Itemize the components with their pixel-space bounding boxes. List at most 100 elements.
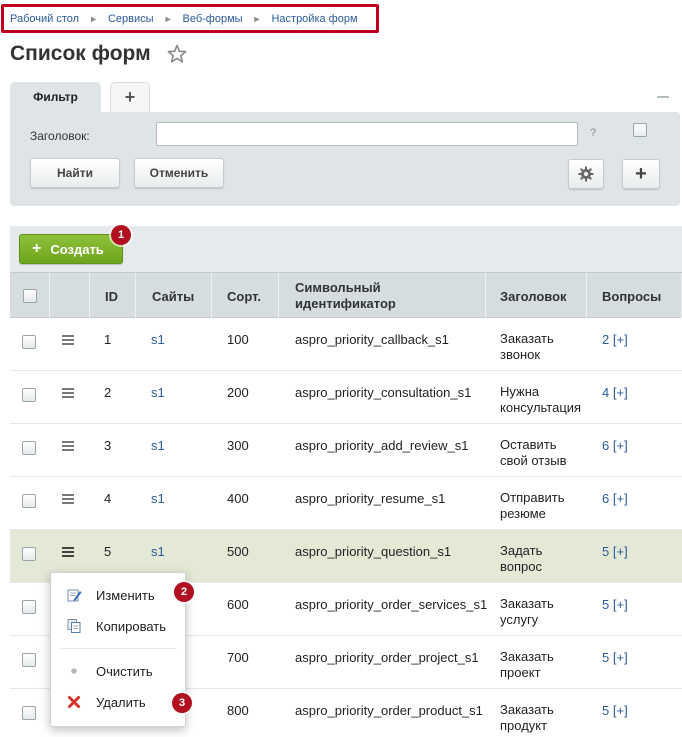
cell-title: Нужна консультация [500,384,581,416]
filter-settings-button[interactable] [568,159,604,189]
menu-item-clear[interactable]: Очистить [51,658,187,684]
cell-code: aspro_priority_resume_s1 [295,491,446,506]
filter-field-checkbox[interactable] [633,123,647,137]
cell-site-link[interactable]: s1 [151,544,165,559]
row-menu-icon[interactable] [62,388,74,398]
cell-site-link[interactable]: s1 [151,385,165,400]
create-button[interactable]: + Создать [19,234,123,264]
add-question-link[interactable]: [+] [613,544,628,559]
table-row[interactable]: 4 s1 400 aspro_priority_resume_s1 Отправить р… [10,477,682,530]
row-menu-icon[interactable] [62,441,74,451]
breadcrumb: Рабочий стол ► Сервисы ► Веб-формы ► Нас… [1,4,379,33]
cell-sort: 500 [227,544,249,559]
cell-sort: 200 [227,385,249,400]
menu-item-clear-label: Очистить [96,663,153,679]
minimize-filter-icon[interactable] [657,96,669,98]
title-filter-input[interactable] [156,122,578,146]
table-row[interactable]: 1 s1 100 aspro_priority_callback_s1 Заказать… [10,318,682,371]
add-filter-field-button[interactable]: + [622,159,660,189]
help-icon[interactable]: ? [590,127,596,139]
cell-title-line1: Нужна [500,384,540,399]
cell-title: Задать вопрос [500,543,542,575]
row-checkbox[interactable] [22,494,36,508]
add-question-link[interactable]: [+] [613,491,628,506]
bullet-icon [71,668,77,674]
menu-item-edit[interactable]: Изменить [51,582,187,608]
menu-item-delete[interactable]: Удалить [51,689,187,715]
questions-count-link[interactable]: 4 [602,385,609,400]
header-sort[interactable]: Сорт. [212,273,279,319]
row-checkbox[interactable] [22,706,36,720]
select-all-checkbox[interactable] [22,289,37,303]
cell-title-line1: Задать [500,543,543,558]
add-question-link[interactable]: [+] [613,332,628,347]
breadcrumb-desktop[interactable]: Рабочий стол [10,13,79,25]
menu-item-copy[interactable]: Копировать [51,613,187,639]
add-filter-tab-button[interactable]: + [110,82,150,112]
step-badge-2: 2 [174,582,194,602]
add-question-link[interactable]: [+] [613,703,628,718]
header-id[interactable]: ID [90,273,136,319]
add-question-link[interactable]: [+] [613,385,628,400]
cell-id: 5 [104,544,112,559]
cell-sort: 400 [227,491,249,506]
header-title[interactable]: Заголовок [486,273,587,319]
table-header: ID Сайты Сорт. Символьный идентификатор … [10,272,682,319]
cell-title: Оставить свой отзыв [500,437,566,469]
cell-questions: 4 [+] [602,385,628,400]
cell-title: Заказать услугу [500,596,554,628]
row-checkbox[interactable] [22,335,36,349]
cell-questions: 5 [+] [602,650,628,665]
row-menu-icon[interactable] [62,335,74,345]
cell-id: 1 [104,332,112,347]
cell-site-link[interactable]: s1 [151,438,165,453]
cancel-button[interactable]: Отменить [134,158,224,188]
tab-filter[interactable]: Фильтр [10,82,101,112]
cell-title-line1: Отправить [500,490,565,505]
row-checkbox[interactable] [22,653,36,667]
breadcrumb-web-forms[interactable]: Веб-формы [182,13,242,25]
header-code-line2: идентификатор [295,296,396,311]
row-checkbox[interactable] [22,441,36,455]
cell-title-line2: услугу [500,612,539,627]
cell-site-link[interactable]: s1 [151,491,165,506]
cell-questions: 6 [+] [602,491,628,506]
step-badge-1: 1 [111,225,131,245]
cell-code: aspro_priority_order_product_s1 [295,703,483,718]
row-menu-icon[interactable] [62,547,74,557]
row-checkbox[interactable] [22,547,36,561]
star-icon[interactable] [167,44,187,64]
questions-count-link[interactable]: 2 [602,332,609,347]
add-question-link[interactable]: [+] [613,438,628,453]
menu-item-copy-label: Копировать [96,618,166,634]
cell-site-link[interactable]: s1 [151,332,165,347]
row-menu-icon[interactable] [62,494,74,504]
delete-icon [68,696,80,708]
header-questions[interactable]: Вопросы [587,273,682,319]
questions-count-link[interactable]: 5 [602,544,609,559]
questions-count-link[interactable]: 5 [602,650,609,665]
find-button[interactable]: Найти [30,158,120,188]
breadcrumb-separator-icon: ► [89,13,98,24]
cell-code: aspro_priority_callback_s1 [295,332,449,347]
questions-count-link[interactable]: 5 [602,703,609,718]
cell-title: Заказать продукт [500,702,554,734]
questions-count-link[interactable]: 5 [602,597,609,612]
questions-count-link[interactable]: 6 [602,438,609,453]
header-code[interactable]: Символьный идентификатор [279,273,486,319]
cell-code: aspro_priority_add_review_s1 [295,438,469,453]
cell-code: aspro_priority_consultation_s1 [295,385,472,400]
questions-count-link[interactable]: 6 [602,491,609,506]
row-checkbox[interactable] [22,388,36,402]
row-checkbox[interactable] [22,600,36,614]
header-sites[interactable]: Сайты [136,273,212,319]
breadcrumb-form-settings[interactable]: Настройка форм [271,13,357,25]
breadcrumb-services[interactable]: Сервисы [108,13,154,25]
table-row[interactable]: 2 s1 200 aspro_priority_consultation_s1 Нужн… [10,371,682,424]
cell-sort: 600 [227,597,249,612]
cell-title-line1: Оставить [500,437,557,452]
cell-title-line2: консультация [500,400,582,415]
add-question-link[interactable]: [+] [613,650,628,665]
table-row[interactable]: 3 s1 300 aspro_priority_add_review_s1 Остави… [10,424,682,477]
add-question-link[interactable]: [+] [613,597,628,612]
